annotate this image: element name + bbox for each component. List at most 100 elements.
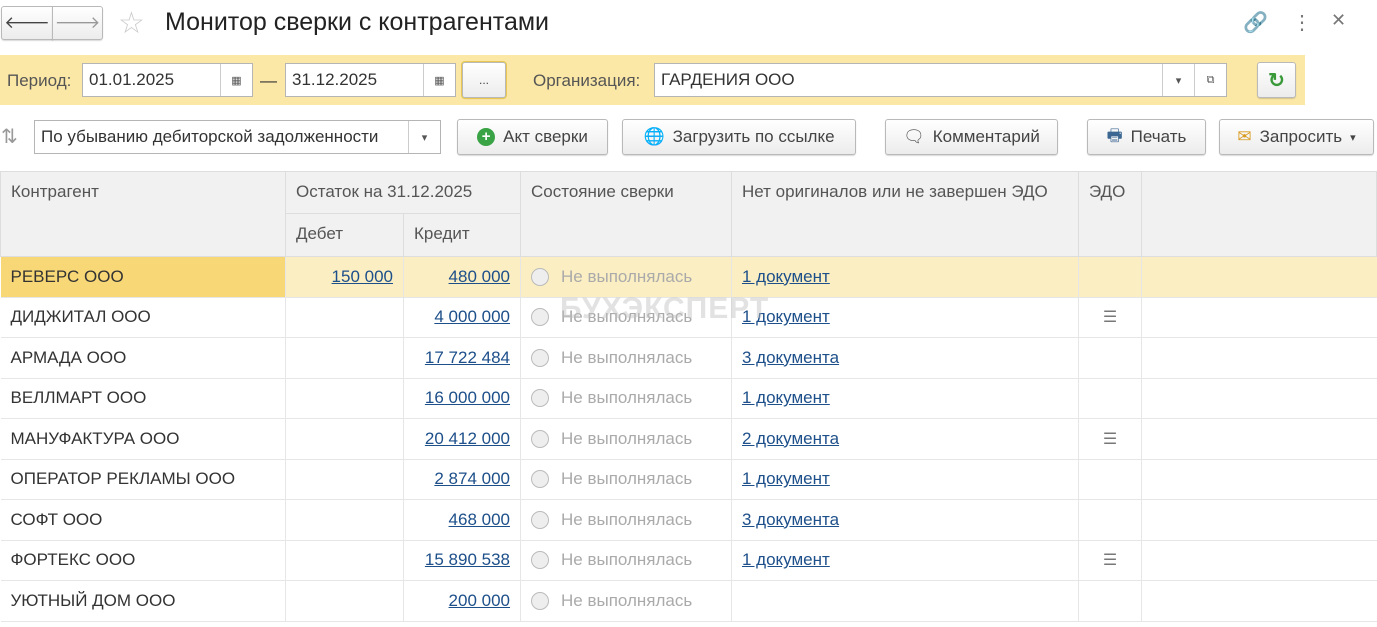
date-to-input[interactable]: 31.12.2025 ▦ (285, 63, 456, 97)
header-originals[interactable]: Нет оригиналов или не завершен ЭДО (731, 171, 1079, 257)
status-text: Не выполнялась (561, 590, 693, 610)
status-text: Не выполнялась (561, 469, 693, 489)
sort-select[interactable]: По убыванию дебиторской задолженности ▾ (34, 120, 441, 154)
edo-document-icon[interactable]: ☰ (1103, 552, 1117, 569)
debit-cell (285, 580, 404, 622)
edo-cell (1078, 499, 1142, 541)
edo-cell (1078, 580, 1142, 622)
status-text: Не выполнялась (561, 266, 693, 286)
debit-cell (285, 499, 404, 541)
status-circle-icon (531, 470, 549, 489)
credit-link[interactable]: 200 000 (449, 591, 510, 610)
debit-cell (285, 337, 404, 379)
open-icon[interactable]: ⧉ (1194, 64, 1226, 96)
close-icon[interactable]: ✕ (1331, 10, 1346, 31)
table-row[interactable]: МАНУФАКТУРА ООО 20 412 000 Не выполнялась 2… (0, 418, 1377, 460)
header-status[interactable]: Состояние сверки (520, 171, 732, 257)
status-text: Не выполнялась (561, 550, 693, 570)
documents-link[interactable]: 1 документ (742, 388, 830, 407)
credit-link[interactable]: 4 000 000 (434, 307, 510, 326)
status-text: Не выполнялась (561, 388, 693, 408)
counterparty-name: АРМАДА ООО (0, 337, 286, 379)
envelope-icon: ✉ (1237, 127, 1252, 146)
credit-link[interactable]: 16 000 000 (425, 388, 510, 407)
forward-button[interactable]: 🡒 (52, 6, 103, 40)
act-label: Акт сверки (503, 127, 588, 146)
status-circle-icon (531, 267, 549, 286)
status-circle-icon (531, 389, 549, 408)
originals-cell: 1 документ (731, 256, 1079, 298)
credit-link[interactable]: 15 890 538 (425, 550, 510, 569)
edo-cell: ☰ (1078, 418, 1142, 460)
date-from-value: 01.01.2025 (89, 70, 175, 89)
edo-cell: ☰ (1078, 540, 1142, 581)
dropdown-arrow-icon[interactable]: ▾ (408, 121, 440, 153)
table-row[interactable]: ВЕЛЛМАРТ ООО 16 000 000 Не выполнялась 1 до… (0, 378, 1377, 419)
date-to-value: 31.12.2025 (292, 70, 378, 89)
organization-input[interactable]: ГАРДЕНИЯ ООО ⧉ ▾ (654, 63, 1227, 97)
header-filler (1141, 171, 1377, 257)
organization-label: Организация: (533, 71, 641, 90)
calendar-icon[interactable]: ▦ (423, 64, 455, 96)
request-label: Запросить (1259, 127, 1343, 146)
favorite-star-icon[interactable]: ☆ (118, 6, 145, 41)
documents-link[interactable]: 2 документа (742, 429, 839, 448)
refresh-button[interactable]: ↻ (1257, 62, 1296, 98)
back-button[interactable]: 🡐 (1, 6, 53, 40)
header-debit[interactable]: Дебет (285, 213, 404, 257)
filler-cell (1141, 378, 1377, 419)
status-cell: Не выполнялась (520, 337, 732, 379)
counterparty-name: РЕВЕРС ООО (0, 256, 286, 298)
documents-link[interactable]: 1 документ (742, 469, 830, 488)
load-by-link-button[interactable]: 🌐 Загрузить по ссылке (622, 119, 856, 155)
credit-link[interactable]: 17 722 484 (425, 348, 510, 367)
edo-cell (1078, 459, 1142, 500)
comment-label: Комментарий (932, 127, 1040, 146)
header-credit[interactable]: Кредит (403, 213, 521, 257)
documents-link[interactable]: 1 документ (742, 267, 830, 286)
documents-link[interactable]: 3 документа (742, 348, 839, 367)
link-icon[interactable]: 🔗 (1243, 10, 1268, 35)
documents-link[interactable]: 1 документ (742, 550, 830, 569)
table-row[interactable]: РЕВЕРС ООО 150 000 480 000 Не выполнялась 1 … (0, 256, 1377, 298)
period-select-button[interactable]: ... (461, 61, 507, 99)
header-counterparty[interactable]: Контрагент (0, 171, 286, 257)
table-row[interactable]: УЮТНЫЙ ДОМ ООО 200 000 Не выполнялась (0, 580, 1377, 622)
header-edo[interactable]: ЭДО (1078, 171, 1142, 257)
print-button[interactable]: 🖶 Печать (1087, 119, 1206, 155)
filler-cell (1141, 256, 1377, 298)
more-menu-icon[interactable]: ⋮ (1292, 10, 1312, 35)
table-row[interactable]: ФОРТЕКС ООО 15 890 538 Не выполнялась 1 док… (0, 540, 1377, 581)
status-text: Не выполнялась (561, 347, 693, 367)
date-from-input[interactable]: 01.01.2025 ▦ (82, 63, 253, 97)
debit-cell (285, 297, 404, 338)
edo-document-icon[interactable]: ☰ (1103, 431, 1117, 448)
period-dash: — (260, 71, 277, 90)
period-label: Период: (7, 71, 72, 90)
credit-link[interactable]: 468 000 (449, 510, 510, 529)
documents-link[interactable]: 3 документа (742, 510, 839, 529)
request-button[interactable]: ✉ Запросить ▾ (1219, 119, 1374, 155)
table-row[interactable]: АРМАДА ООО 17 722 484 Не выполнялась 3 доку… (0, 337, 1377, 379)
credit-cell: 480 000 (403, 256, 521, 298)
plus-icon: + (477, 128, 496, 146)
status-cell: Не выполнялась (520, 540, 732, 581)
comment-button[interactable]: 🗨 Комментарий (885, 119, 1058, 155)
header-balance: Остаток на 31.12.2025 (285, 171, 521, 214)
originals-cell: 1 документ (731, 378, 1079, 419)
table-row[interactable]: СОФТ ООО 468 000 Не выполнялась 3 документа (0, 499, 1377, 541)
credit-link[interactable]: 480 000 (449, 267, 510, 286)
credit-link[interactable]: 20 412 000 (425, 429, 510, 448)
debit-cell (285, 378, 404, 419)
table-row[interactable]: ОПЕРАТОР РЕКЛАМЫ ООО 2 874 000 Не выполнял… (0, 459, 1377, 500)
dropdown-arrow-icon[interactable]: ▾ (1162, 64, 1194, 96)
debit-cell (285, 459, 404, 500)
debit-link[interactable]: 150 000 (332, 267, 393, 286)
edo-document-icon[interactable]: ☰ (1103, 309, 1117, 326)
status-cell: Не выполнялась (520, 499, 732, 541)
page-title: Монитор сверки с контрагентами (165, 8, 549, 36)
act-button[interactable]: + Акт сверки (457, 119, 608, 155)
credit-link[interactable]: 2 874 000 (434, 469, 510, 488)
globe-icon: 🌐 (643, 127, 665, 146)
calendar-icon[interactable]: ▦ (220, 64, 252, 96)
